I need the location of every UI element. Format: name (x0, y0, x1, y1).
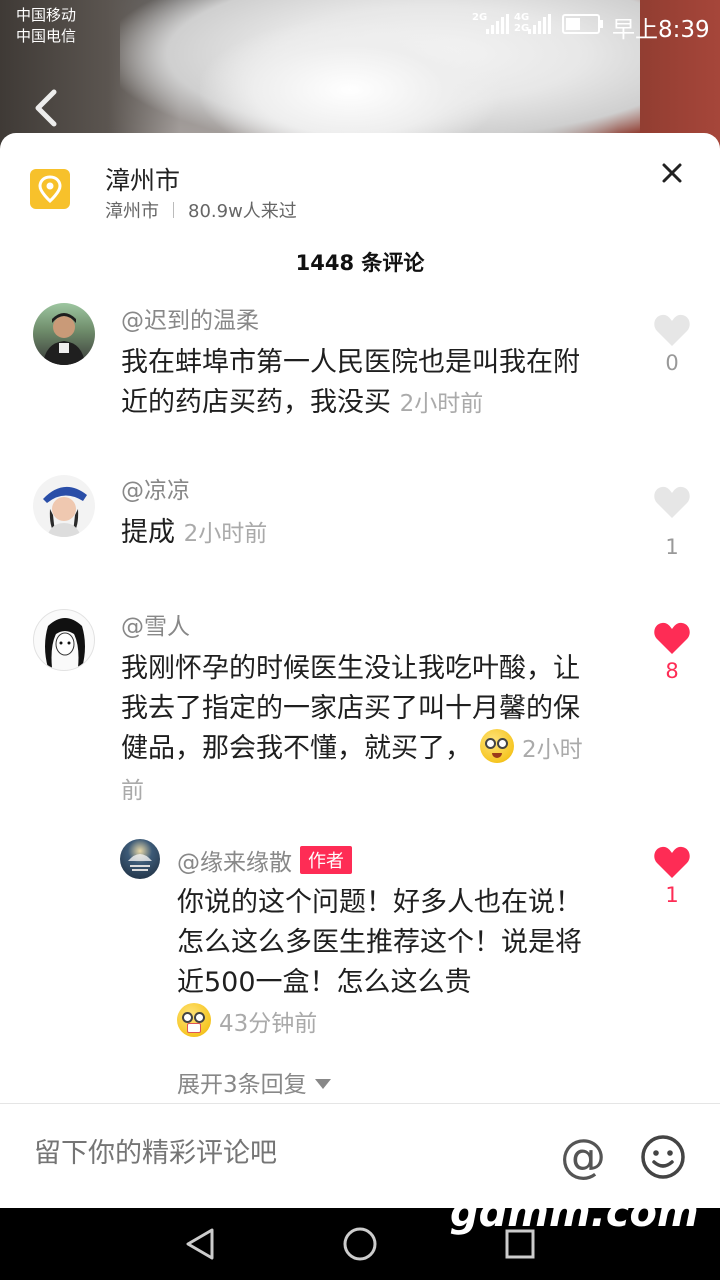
expand-replies-label: 展开3条回复 (177, 1072, 307, 1098)
like-button[interactable]: 1 (652, 845, 692, 907)
author-badge: 作者 (300, 846, 352, 874)
heart-icon (654, 846, 690, 878)
location-title[interactable]: 漳州市 (105, 161, 180, 197)
watermark-text: gdmm.com (450, 1190, 699, 1236)
comment-body: 我在蚌埠市第一人民医院也是叫我在附近的药店买药，我没买 (121, 347, 580, 418)
nav-home-icon[interactable] (342, 1226, 378, 1262)
comment-count: 1448 条评论 (295, 251, 425, 275)
comment-text: 提成 2小时前 (121, 513, 591, 554)
like-count: 0 (665, 351, 679, 375)
heart-icon (654, 622, 690, 654)
comments-sheet: 漳州市 漳州市 80.9w人来过 1448 条评论 @迟到的温柔 我在蚌埠市第一… (0, 133, 720, 1208)
reply-time: 43分钟前 (219, 1011, 318, 1037)
smile-icon[interactable] (640, 1134, 686, 1180)
avatar[interactable] (120, 839, 160, 879)
location-subtitle: 漳州市 80.9w人来过 (105, 197, 297, 223)
like-count: 1 (665, 883, 679, 907)
signal-icon-2 (528, 14, 551, 34)
network-type-1: 2G (472, 12, 488, 23)
status-time: 早上8:39 (612, 17, 710, 43)
carrier-name-2: 中国电信 (16, 27, 77, 45)
like-count: 8 (665, 659, 679, 683)
reply-body: 你说的这个问题！好多人也在说！怎么这么多医生推荐这个！说是将近500一盒！怎么这… (177, 887, 582, 998)
close-icon[interactable] (660, 161, 684, 185)
comment-text: 我在蚌埠市第一人民医院也是叫我在附近的药店买药，我没买 2小时前 (121, 343, 591, 424)
comment-time: 2小时前 (183, 521, 268, 547)
like-button[interactable]: 1 (652, 485, 692, 559)
avatar[interactable] (33, 475, 95, 537)
shushing-face-emoji-icon (177, 1003, 211, 1037)
status-bar: 中国移动 中国电信 2G 4G 2G 早上8:39 (0, 0, 720, 48)
reply-text: 你说的这个问题！好多人也在说！怎么这么多医生推荐这个！说是将近500一盒！怎么这… (177, 883, 597, 1044)
like-count: 1 (665, 535, 679, 559)
heart-icon (654, 486, 690, 518)
carrier-name-1: 中国移动 (16, 6, 77, 24)
comment-text: 我刚怀孕的时候医生没让我吃叶酸，让我去了指定的一家店买了叫十月馨的保健品，那会我… (121, 649, 591, 811)
back-arrow-icon[interactable] (30, 88, 60, 128)
like-button[interactable]: 0 (652, 313, 692, 375)
avatar[interactable] (33, 609, 95, 671)
comment-username[interactable]: @凉凉 (121, 471, 190, 505)
divider (173, 202, 174, 218)
heart-icon (654, 314, 690, 346)
comment-input[interactable] (34, 1138, 494, 1169)
reply-username-row: @缘来缘散 作者 (177, 843, 352, 877)
avatar[interactable] (33, 303, 95, 365)
comment-time: 2小时前 (399, 391, 484, 417)
location-city: 漳州市 (105, 201, 159, 222)
like-button[interactable]: 8 (652, 621, 692, 683)
signal-icon (486, 14, 509, 34)
expand-replies-button[interactable]: 展开3条回复 (177, 1065, 331, 1099)
at-icon[interactable]: @ (560, 1132, 606, 1180)
location-pin-icon (30, 169, 70, 209)
chevron-down-icon (314, 1079, 331, 1089)
comment-body: 提成 (121, 517, 175, 548)
nav-back-icon[interactable] (182, 1226, 218, 1262)
battery-icon (562, 14, 600, 34)
reply-username[interactable]: @缘来缘散 (177, 850, 292, 876)
dizzy-face-emoji-icon (480, 729, 514, 763)
comment-username[interactable]: @雪人 (121, 607, 190, 641)
comment-username[interactable]: @迟到的温柔 (121, 301, 259, 335)
location-visitors: 80.9w人来过 (188, 201, 297, 222)
